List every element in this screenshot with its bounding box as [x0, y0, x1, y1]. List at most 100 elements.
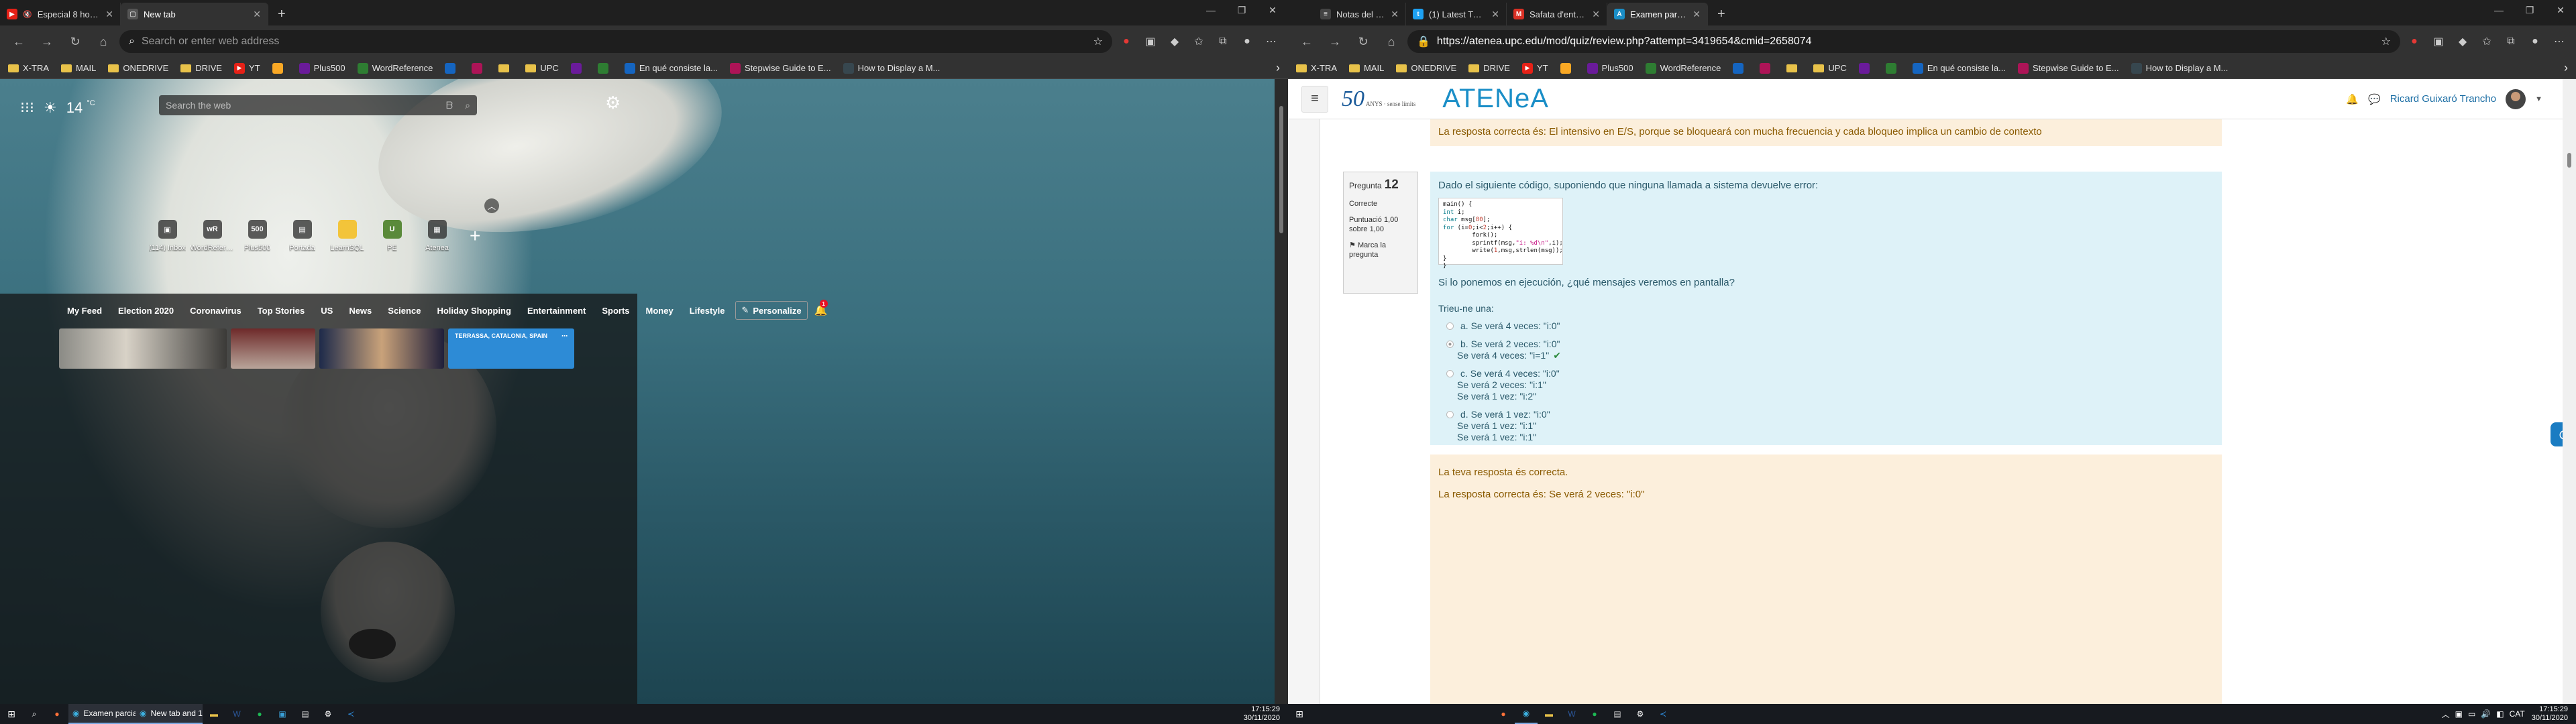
feed-nav-item[interactable]: Entertainment — [519, 299, 594, 322]
word-icon[interactable]: W — [1560, 704, 1583, 724]
bookmark-item[interactable] — [472, 62, 486, 74]
menu-dots-icon[interactable]: ⋯ — [2549, 32, 2569, 52]
extension-icon[interactable]: ▣ — [2428, 32, 2449, 52]
bookmark-item[interactable]: MAIL — [61, 63, 96, 73]
bookmark-item[interactable]: DRIVE — [180, 63, 222, 73]
feed-nav-item[interactable]: Money — [638, 299, 682, 322]
radio-button[interactable] — [1446, 341, 1454, 348]
bookmark-item[interactable] — [1885, 62, 1900, 74]
bookmark-item[interactable] — [1786, 64, 1801, 72]
mute-icon[interactable]: 🔇 — [23, 10, 32, 19]
extension-icon[interactable]: ◆ — [2453, 32, 2473, 52]
atenea-logo[interactable]: ATENeA — [1442, 84, 1549, 114]
bookmarks-overflow-icon[interactable]: › — [1276, 61, 1280, 75]
clock[interactable]: 17:15:29 30/11/2020 — [1244, 705, 1288, 723]
scrollbar[interactable] — [1275, 79, 1288, 704]
user-name[interactable]: Ricard Guixaró Trancho — [2390, 93, 2496, 105]
bookmark-item[interactable]: UPC — [525, 63, 559, 73]
clock[interactable]: 17:15:29 30/11/2020 — [2532, 705, 2576, 723]
vscode-icon[interactable]: ≺ — [339, 704, 362, 724]
upc-50-logo[interactable]: 50 ANYS · sense límits — [1342, 86, 1415, 112]
collections-icon[interactable]: ⧉ — [1213, 32, 1233, 52]
back-icon[interactable]: ← — [1295, 30, 1319, 53]
news-card[interactable] — [319, 328, 444, 369]
answer-option[interactable]: b. Se verá 2 veces: "i:0" Se verá 4 veces… — [1438, 339, 2214, 361]
tab-atenea[interactable]: A Examen parcial de teoria ✕ — [1607, 3, 1708, 25]
new-tab-button[interactable]: + — [1708, 3, 1735, 25]
more-options-icon[interactable]: ⋯ — [561, 333, 568, 365]
bookmark-item[interactable] — [498, 64, 513, 72]
settings-gear-icon[interactable]: ⚙ — [605, 93, 621, 113]
bookmark-item[interactable]: Plus500 — [1587, 62, 1633, 74]
back-icon[interactable]: ← — [7, 30, 31, 53]
file-explorer-icon[interactable]: ▬ — [1538, 704, 1560, 724]
close-icon[interactable]: ✕ — [1491, 9, 1499, 20]
settings-icon[interactable]: ⚙ — [317, 704, 339, 724]
flag-question-link[interactable]: ⚑ Marca la pregunta — [1349, 241, 1412, 259]
extension-icon[interactable]: ● — [1116, 32, 1136, 52]
quick-link-tile[interactable]: ▦ Atenea — [415, 220, 460, 252]
user-menu[interactable]: 🔔 💬 Ricard Guixaró Trancho ▼ — [2346, 88, 2549, 109]
bookmark-item[interactable]: ▶ YT — [233, 62, 260, 74]
bookmark-item[interactable] — [1560, 62, 1575, 74]
feed-nav-item[interactable]: Election 2020 — [110, 299, 182, 322]
quick-link-tile[interactable]: LearnSQL — [325, 220, 370, 252]
favorite-star-icon[interactable]: ☆ — [1093, 35, 1103, 48]
weather-card[interactable]: TERRASSA, CATALONIA, SPAIN ⋯ — [448, 328, 574, 369]
tab-youtube[interactable]: ▶ 🔇 Especial 8 horas de Red De... ✕ — [0, 3, 121, 25]
bookmark-item[interactable] — [1733, 62, 1748, 74]
bookmark-item[interactable]: How to Display a M... — [2131, 62, 2228, 74]
windows-start-icon[interactable]: ⊞ — [0, 704, 23, 724]
taskbar-edge-task[interactable]: ◉Examen parcial de t... — [68, 704, 136, 724]
add-site-icon[interactable]: + — [470, 225, 480, 247]
tab-notes[interactable]: ≡ Notas del parcial de teoria - Ra... ✕ — [1313, 3, 1406, 25]
bookmark-item[interactable] — [445, 62, 460, 74]
answer-option[interactable]: d. Se verá 1 vez: "i:0" Se verá 1 vez: "i… — [1438, 409, 2214, 443]
answer-option[interactable]: a. Se verá 4 veces: "i:0" — [1438, 320, 2214, 332]
home-icon[interactable]: ⌂ — [91, 30, 115, 53]
bookmark-item[interactable]: X-TRA — [8, 63, 49, 73]
scrollbar-thumb[interactable] — [1279, 106, 1283, 233]
feed-nav-item[interactable]: US — [313, 299, 341, 322]
restore-icon[interactable]: ❐ — [1226, 0, 1257, 20]
address-bar[interactable]: 🔒 https://atenea.upc.edu/mod/quiz/review… — [1407, 30, 2400, 53]
quick-link-tile[interactable]: 500 Plus500 — [235, 220, 280, 252]
firefox-icon[interactable]: ● — [46, 704, 68, 724]
bookmark-item[interactable]: ▶ YT — [1521, 62, 1548, 74]
refresh-icon[interactable]: ↻ — [63, 30, 87, 53]
scrollbar[interactable] — [2563, 79, 2576, 704]
avatar[interactable] — [2506, 88, 2526, 109]
favorites-icon[interactable]: ✩ — [2477, 32, 2497, 52]
word-icon[interactable]: W — [225, 704, 248, 724]
minimize-icon[interactable]: — — [2483, 0, 2514, 20]
firefox-icon[interactable]: ● — [1492, 704, 1515, 724]
bookmark-item[interactable]: ONEDRIVE — [108, 63, 168, 73]
bookmark-item[interactable]: How to Display a M... — [843, 62, 940, 74]
home-icon[interactable]: ⌂ — [1379, 30, 1403, 53]
bookmark-item[interactable]: DRIVE — [1468, 63, 1510, 73]
bookmark-item[interactable] — [272, 62, 287, 74]
search-icon[interactable]: ⌕ — [465, 100, 470, 111]
menu-dots-icon[interactable]: ⋯ — [1261, 32, 1281, 52]
new-tab-button[interactable]: + — [268, 3, 295, 25]
extension-icon[interactable]: ● — [2404, 32, 2424, 52]
favorites-icon[interactable]: ✩ — [1189, 32, 1209, 52]
scrollbar-thumb[interactable] — [2567, 153, 2571, 168]
forward-icon[interactable]: → — [1323, 30, 1347, 53]
extension-icon[interactable]: ◆ — [1165, 32, 1185, 52]
bookmark-item[interactable]: Stepwise Guide to E... — [729, 62, 831, 74]
feed-nav-item[interactable]: Science — [380, 299, 429, 322]
close-icon[interactable]: ✕ — [1693, 9, 1701, 20]
hamburger-menu-icon[interactable]: ≡ — [1301, 85, 1328, 113]
restore-icon[interactable]: ❐ — [2514, 0, 2545, 20]
tab-new-tab[interactable]: ▢ New tab ✕ — [121, 3, 268, 25]
spotify-icon[interactable]: ● — [1583, 704, 1606, 724]
tray-app-icon[interactable]: ▣ — [2455, 709, 2463, 719]
feed-nav-item[interactable]: Coronavirus — [182, 299, 250, 322]
app-icon[interactable]: ▤ — [1606, 704, 1629, 724]
bookmark-item[interactable] — [1858, 62, 1874, 74]
news-card[interactable] — [59, 328, 227, 369]
favorite-star-icon[interactable]: ☆ — [2381, 35, 2391, 48]
quick-link-tile[interactable]: ▣ (114) Inbox — [145, 220, 190, 252]
app-icon[interactable]: ▤ — [294, 704, 317, 724]
